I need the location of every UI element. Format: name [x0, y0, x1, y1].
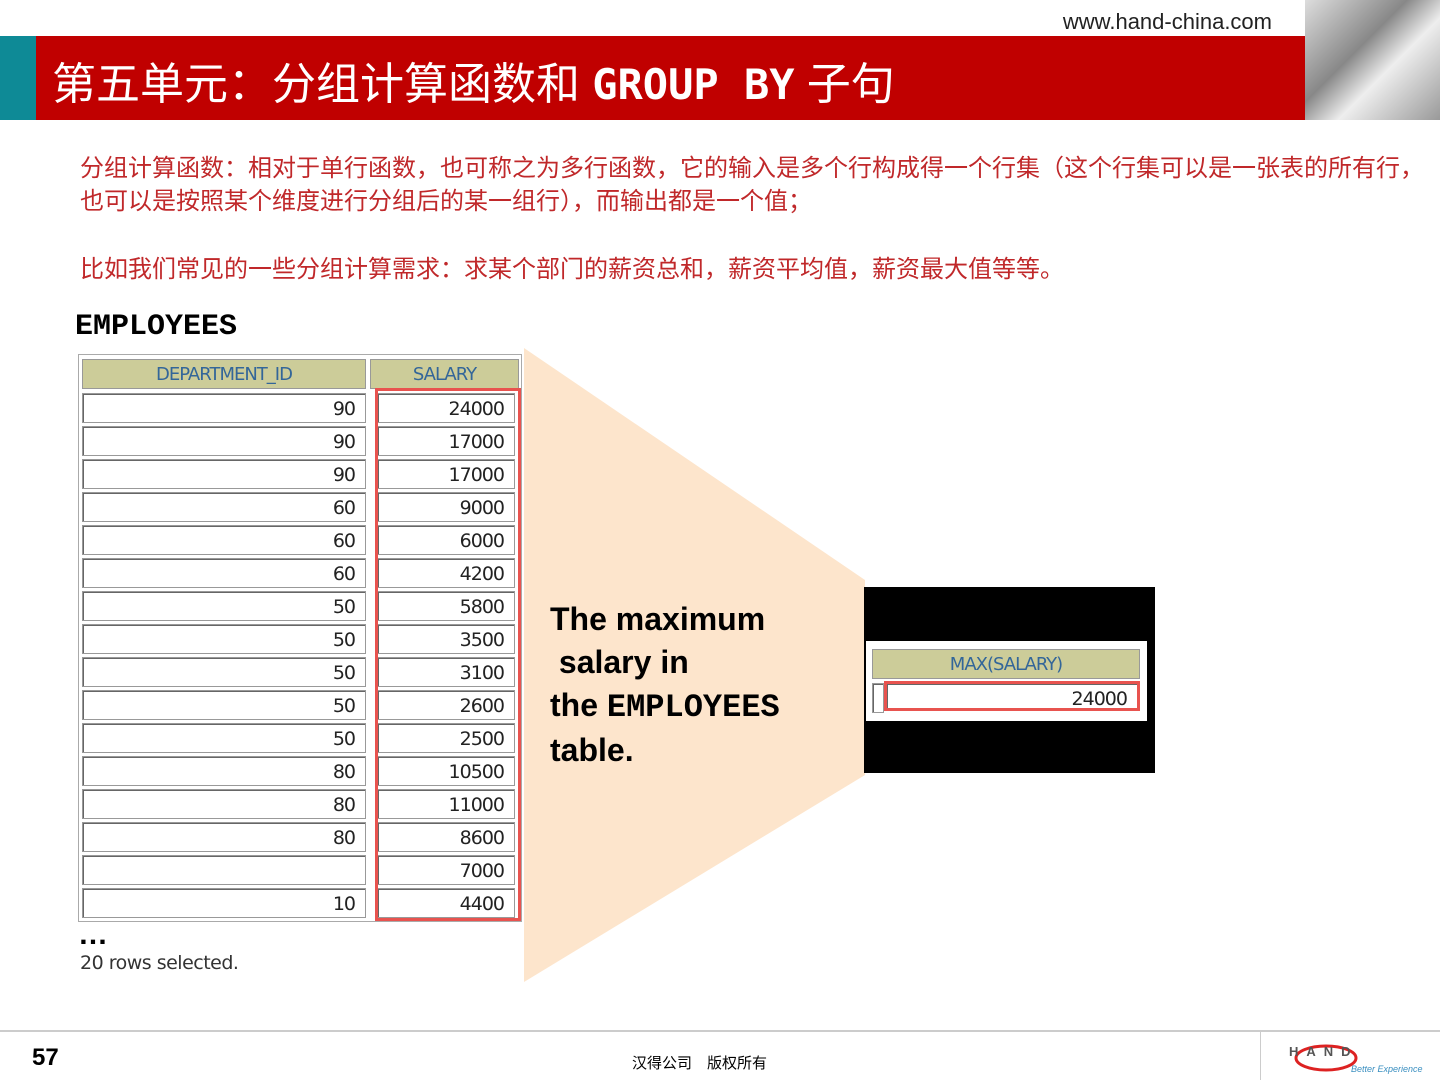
table-name: EMPLOYEES	[75, 310, 238, 344]
caption-line: the	[550, 687, 607, 723]
department-id-cell: 50	[82, 723, 366, 753]
website-url[interactable]: www.hand-china.com	[1063, 9, 1272, 35]
department-id-cell: 50	[82, 591, 366, 621]
result-gutter	[872, 683, 884, 713]
caption-code: EMPLOYEES	[606, 689, 780, 726]
intro-paragraph: 分组计算函数：相对于单行函数，也可称之为多行函数，它的输入是多个行构成得一个行集…	[80, 154, 1424, 215]
svg-text:Better Experience: Better Experience	[1351, 1064, 1423, 1074]
department-id-cell: 50	[82, 657, 366, 687]
caption-line: salary in	[550, 644, 689, 680]
department-id-cell: 50	[82, 690, 366, 720]
salary-highlight	[375, 388, 521, 921]
ellipsis: …	[78, 918, 108, 951]
department-id-cell: 50	[82, 624, 366, 654]
result-value: 24000	[884, 681, 1140, 711]
title-suffix: 子句	[794, 60, 895, 109]
title-code: GROUP BY	[592, 60, 795, 109]
department-id-cell	[82, 855, 366, 885]
department-id-cell: 80	[82, 822, 366, 852]
page-number: 57	[32, 1044, 59, 1071]
header-decor-image	[1305, 0, 1440, 120]
column-header-department-id: DEPARTMENT_ID	[82, 359, 366, 389]
footer-divider	[0, 1030, 1440, 1032]
caption-line: table.	[550, 732, 634, 768]
teal-accent	[0, 36, 36, 120]
slide-title: 第五单元：分组计算函数和 GROUP BY 子句	[36, 36, 1305, 120]
column-header-salary: SALARY	[370, 359, 519, 389]
department-id-cell: 90	[82, 459, 366, 489]
result-header: MAX(SALARY)	[872, 649, 1140, 679]
department-id-cell: 60	[82, 558, 366, 588]
department-id-cell: 90	[82, 393, 366, 423]
result-table: MAX(SALARY) 24000	[866, 641, 1147, 721]
rows-selected: 20 rows selected.	[80, 952, 239, 974]
example-paragraph: 比如我们常见的一些分组计算需求：求某个部门的薪资总和，薪资平均值，薪资最大值等等…	[80, 255, 1064, 283]
department-id-cell: 10	[82, 888, 366, 918]
department-id-cell: 60	[82, 525, 366, 555]
department-id-cell: 80	[82, 756, 366, 786]
svg-text:HAND: HAND	[1289, 1044, 1359, 1059]
hand-logo: HAND Better Experience	[1260, 1032, 1440, 1080]
title-text: 第五单元：分组计算函数和	[52, 60, 593, 109]
department-id-cell: 90	[82, 426, 366, 456]
department-id-cell: 60	[82, 492, 366, 522]
caption-line: The maximum	[550, 601, 766, 637]
copyright: 汉得公司 版权所有	[632, 1055, 768, 1072]
department-id-cell: 80	[82, 789, 366, 819]
funnel-caption: The maximum salary in the EMPLOYEES tabl…	[550, 598, 780, 772]
